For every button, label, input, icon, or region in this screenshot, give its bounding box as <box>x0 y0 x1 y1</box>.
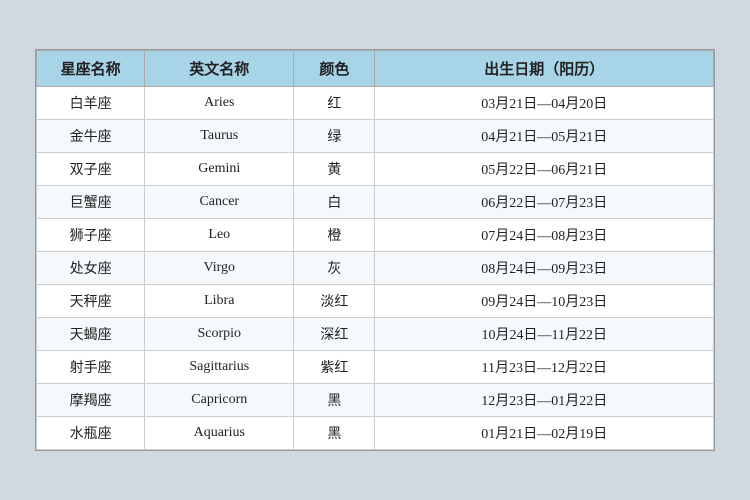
cell-english-name: Gemini <box>145 153 294 186</box>
cell-date: 07月24日—08月23日 <box>375 219 714 252</box>
cell-color: 白 <box>294 186 375 219</box>
cell-english-name: Aries <box>145 87 294 120</box>
table-row: 白羊座Aries红03月21日—04月20日 <box>37 87 714 120</box>
cell-date: 08月24日—09月23日 <box>375 252 714 285</box>
cell-english-name: Leo <box>145 219 294 252</box>
cell-chinese-name: 天秤座 <box>37 285 145 318</box>
cell-english-name: Sagittarius <box>145 351 294 384</box>
cell-english-name: Capricorn <box>145 384 294 417</box>
header-date: 出生日期（阳历） <box>375 51 714 87</box>
cell-color: 黄 <box>294 153 375 186</box>
table-row: 巨蟹座Cancer白06月22日—07月23日 <box>37 186 714 219</box>
cell-english-name: Aquarius <box>145 417 294 450</box>
table-row: 天蝎座Scorpio深红10月24日—11月22日 <box>37 318 714 351</box>
cell-color: 黑 <box>294 384 375 417</box>
cell-chinese-name: 双子座 <box>37 153 145 186</box>
cell-date: 09月24日—10月23日 <box>375 285 714 318</box>
zodiac-table: 星座名称 英文名称 颜色 出生日期（阳历） 白羊座Aries红03月21日—04… <box>36 50 714 450</box>
cell-color: 红 <box>294 87 375 120</box>
table-header-row: 星座名称 英文名称 颜色 出生日期（阳历） <box>37 51 714 87</box>
cell-date: 11月23日—12月22日 <box>375 351 714 384</box>
cell-date: 03月21日—04月20日 <box>375 87 714 120</box>
cell-chinese-name: 水瓶座 <box>37 417 145 450</box>
header-english-name: 英文名称 <box>145 51 294 87</box>
header-chinese-name: 星座名称 <box>37 51 145 87</box>
cell-chinese-name: 摩羯座 <box>37 384 145 417</box>
zodiac-table-container: 星座名称 英文名称 颜色 出生日期（阳历） 白羊座Aries红03月21日—04… <box>35 49 715 451</box>
cell-color: 灰 <box>294 252 375 285</box>
table-row: 处女座Virgo灰08月24日—09月23日 <box>37 252 714 285</box>
cell-english-name: Scorpio <box>145 318 294 351</box>
table-row: 摩羯座Capricorn黑12月23日—01月22日 <box>37 384 714 417</box>
cell-english-name: Libra <box>145 285 294 318</box>
table-row: 天秤座Libra淡红09月24日—10月23日 <box>37 285 714 318</box>
cell-color: 深红 <box>294 318 375 351</box>
cell-chinese-name: 处女座 <box>37 252 145 285</box>
cell-date: 01月21日—02月19日 <box>375 417 714 450</box>
table-row: 水瓶座Aquarius黑01月21日—02月19日 <box>37 417 714 450</box>
table-row: 金牛座Taurus绿04月21日—05月21日 <box>37 120 714 153</box>
table-row: 射手座Sagittarius紫红11月23日—12月22日 <box>37 351 714 384</box>
cell-english-name: Virgo <box>145 252 294 285</box>
cell-date: 10月24日—11月22日 <box>375 318 714 351</box>
cell-date: 04月21日—05月21日 <box>375 120 714 153</box>
cell-date: 12月23日—01月22日 <box>375 384 714 417</box>
cell-chinese-name: 金牛座 <box>37 120 145 153</box>
cell-english-name: Taurus <box>145 120 294 153</box>
table-row: 双子座Gemini黄05月22日—06月21日 <box>37 153 714 186</box>
cell-date: 06月22日—07月23日 <box>375 186 714 219</box>
cell-english-name: Cancer <box>145 186 294 219</box>
cell-date: 05月22日—06月21日 <box>375 153 714 186</box>
cell-color: 绿 <box>294 120 375 153</box>
cell-chinese-name: 白羊座 <box>37 87 145 120</box>
header-color: 颜色 <box>294 51 375 87</box>
cell-chinese-name: 巨蟹座 <box>37 186 145 219</box>
table-row: 狮子座Leo橙07月24日—08月23日 <box>37 219 714 252</box>
cell-color: 紫红 <box>294 351 375 384</box>
cell-chinese-name: 天蝎座 <box>37 318 145 351</box>
cell-color: 橙 <box>294 219 375 252</box>
cell-chinese-name: 射手座 <box>37 351 145 384</box>
cell-color: 黑 <box>294 417 375 450</box>
cell-color: 淡红 <box>294 285 375 318</box>
cell-chinese-name: 狮子座 <box>37 219 145 252</box>
